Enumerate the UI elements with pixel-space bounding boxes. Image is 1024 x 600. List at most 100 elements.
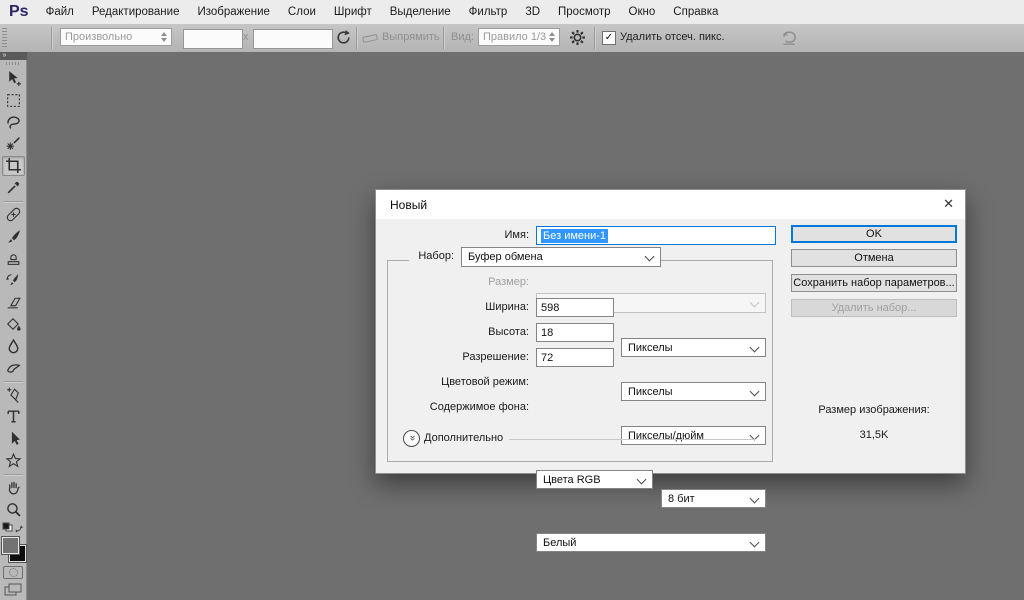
foreground-color-swatch[interactable]	[2, 537, 19, 554]
healing-brush-tool[interactable]	[2, 205, 25, 225]
height-value: 18	[541, 327, 553, 339]
path-selection-tool-icon	[5, 430, 22, 447]
chevron-down-icon	[637, 475, 647, 485]
menu-edit[interactable]: Редактирование	[83, 1, 189, 24]
spinner-icon	[549, 32, 555, 42]
panel-grip[interactable]	[6, 62, 21, 65]
view-label: Вид:	[451, 31, 474, 43]
move-tool[interactable]	[2, 68, 25, 88]
menu-view[interactable]: Просмотр	[549, 1, 620, 24]
advanced-label[interactable]: Дополнительно	[424, 432, 503, 444]
image-size-value: 31,5K	[791, 429, 957, 441]
crop-height-input[interactable]	[253, 29, 333, 49]
custom-shape-tool[interactable]	[2, 451, 25, 471]
crop-aspect-dropdown[interactable]: Произвольно	[60, 28, 172, 46]
dialog-titlebar[interactable]: Новый ✕	[376, 190, 965, 219]
magic-wand-tool-icon	[5, 135, 22, 152]
name-value: Без имени-1	[541, 229, 608, 243]
divider	[356, 27, 357, 49]
height-input[interactable]: 18	[536, 323, 614, 342]
gradient-tool[interactable]	[2, 314, 25, 334]
height-label: Высота:	[376, 326, 529, 338]
default-colors-icon[interactable]	[2, 522, 24, 534]
menu-filter[interactable]: Фильтр	[460, 1, 517, 24]
type-tool[interactable]	[2, 407, 25, 427]
menu-help[interactable]: Справка	[664, 1, 727, 24]
bit-depth-dropdown[interactable]: 8 бит	[661, 489, 766, 508]
clone-stamp-tool-icon	[5, 250, 22, 267]
width-input[interactable]: 598	[536, 298, 614, 317]
straighten-label[interactable]: Выпрямить	[382, 31, 440, 43]
brush-tool[interactable]	[2, 227, 25, 247]
save-preset-button[interactable]: Сохранить набор параметров...	[791, 274, 957, 292]
quick-mask-button[interactable]	[3, 566, 23, 579]
lasso-tool-icon	[5, 114, 22, 131]
resolution-input[interactable]: 72	[536, 348, 614, 367]
screen-mode-button[interactable]	[4, 583, 22, 600]
height-unit-dropdown[interactable]: Пикселы	[621, 382, 766, 401]
move-tool-icon	[5, 70, 22, 87]
path-selection-tool[interactable]	[2, 429, 25, 449]
advanced-expander-button[interactable]: »	[403, 430, 420, 447]
name-input[interactable]: Без имени-1	[536, 226, 776, 245]
close-icon[interactable]: ✕	[943, 196, 954, 212]
reset-icon[interactable]	[780, 29, 798, 50]
cancel-button[interactable]: Отмена	[791, 249, 957, 267]
gradient-tool-icon	[5, 316, 22, 333]
menu-window[interactable]: Окно	[620, 1, 665, 24]
blur-tool-icon	[5, 338, 22, 355]
clone-stamp-tool[interactable]	[2, 249, 25, 269]
ok-button[interactable]: OK	[791, 225, 957, 243]
menu-type[interactable]: Шрифт	[325, 1, 381, 24]
history-brush-tool[interactable]	[2, 270, 25, 290]
zoom-tool[interactable]	[2, 499, 25, 519]
eraser-tool[interactable]	[2, 292, 25, 312]
collapse-panel-button[interactable]: »	[0, 52, 27, 60]
overlay-dropdown[interactable]: Правило 1/3	[478, 28, 560, 46]
color-mode-dropdown[interactable]: Цвета RGB	[536, 470, 653, 489]
menu-select[interactable]: Выделение	[381, 1, 460, 24]
crop-settings-gear-icon[interactable]	[569, 29, 586, 49]
divider	[594, 27, 595, 49]
delete-cropped-checkbox[interactable]: ✓	[602, 31, 616, 45]
background-contents-value: Белый	[543, 537, 576, 549]
zoom-tool-icon	[5, 501, 22, 518]
marquee-tool-icon	[5, 92, 22, 109]
crop-aspect-value: Произвольно	[65, 31, 132, 43]
blur-tool[interactable]	[2, 336, 25, 356]
rectangular-marquee-tool[interactable]	[2, 90, 25, 110]
resolution-unit-dropdown[interactable]: Пикселы/дюйм	[621, 426, 766, 445]
crop-width-input[interactable]	[183, 29, 243, 49]
width-unit-dropdown[interactable]: Пикселы	[621, 338, 766, 357]
menu-3d[interactable]: 3D	[516, 1, 549, 24]
history-brush-tool-icon	[5, 272, 22, 289]
smudge-tool[interactable]	[2, 358, 25, 378]
straighten-icon[interactable]	[362, 32, 378, 47]
collapse-icon: »	[3, 52, 7, 59]
menu-image[interactable]: Изображение	[188, 1, 278, 24]
smudge-tool-icon	[5, 359, 22, 376]
image-size-label: Размер изображения:	[791, 404, 957, 416]
background-contents-dropdown[interactable]: Белый	[536, 533, 766, 552]
options-bar-grip[interactable]	[2, 28, 7, 48]
magic-wand-tool[interactable]	[2, 134, 25, 154]
preset-dropdown[interactable]: Буфер обмена	[461, 247, 661, 267]
width-label: Ширина:	[376, 301, 529, 313]
eyedropper-tool[interactable]	[2, 178, 25, 198]
crop-tool-icon	[5, 157, 22, 174]
swap-dimensions-icon[interactable]	[335, 29, 352, 49]
checkmark-icon: ✓	[605, 33, 613, 43]
color-swatches[interactable]	[0, 536, 27, 562]
width-unit-value: Пикселы	[628, 342, 673, 354]
pen-tool[interactable]	[2, 385, 25, 405]
hand-tool-icon	[5, 479, 22, 496]
menu-layers[interactable]: Слои	[279, 1, 325, 24]
lasso-tool[interactable]	[2, 112, 25, 132]
chevron-down-icon	[750, 343, 760, 353]
crop-tool[interactable]	[2, 156, 25, 176]
divider	[4, 381, 23, 382]
menu-file[interactable]: Файл	[37, 1, 83, 24]
eyedropper-tool-icon	[5, 179, 22, 196]
hand-tool[interactable]	[2, 477, 25, 497]
preset-value: Буфер обмена	[468, 251, 543, 263]
